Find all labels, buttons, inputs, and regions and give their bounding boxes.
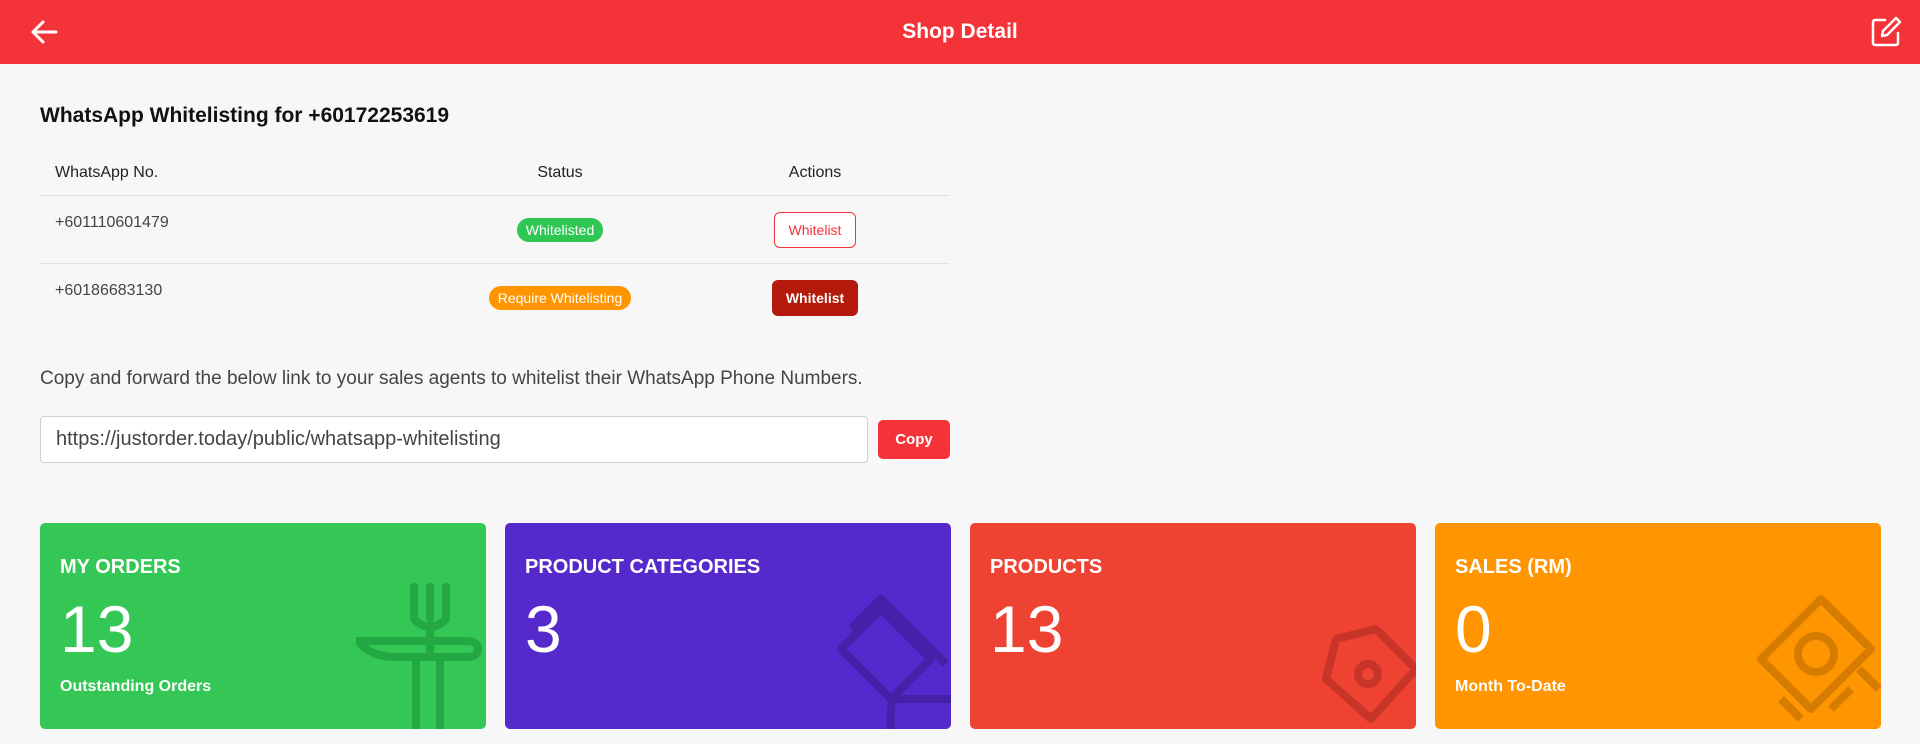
table-row: +601110601479 Whitelisted Whitelist xyxy=(40,196,950,264)
card-my-orders[interactable]: MY ORDERS 13 Outstanding Orders xyxy=(40,523,486,729)
layers-icon xyxy=(837,595,951,729)
edit-button[interactable] xyxy=(1866,12,1906,52)
card-subtitle: Outstanding Orders xyxy=(60,678,212,695)
card-label: MY ORDERS xyxy=(60,556,181,578)
card-label: SALES (RM) xyxy=(1455,556,1572,578)
status-badge: Require Whitelisting xyxy=(488,286,632,310)
column-header-status: Status xyxy=(537,163,583,181)
back-button[interactable] xyxy=(24,12,64,52)
arrow-left-icon xyxy=(31,20,58,44)
whatsapp-number: +60186683130 xyxy=(55,282,163,299)
whitelist-table: WhatsApp No. Status Actions +60111060147… xyxy=(40,150,950,332)
edit-icon xyxy=(1871,16,1902,47)
whitelist-link-input[interactable] xyxy=(40,416,868,463)
card-value: 0 xyxy=(1455,592,1492,666)
top-bar: Shop Detail xyxy=(0,0,1920,64)
utensils-icon xyxy=(356,583,482,729)
card-sales[interactable]: SALES (RM) 0 Month To-Date xyxy=(1435,523,1881,729)
column-header-number: WhatsApp No. xyxy=(55,163,159,181)
card-label: PRODUCT CATEGORIES xyxy=(525,556,761,578)
tag-icon xyxy=(1322,625,1416,723)
whitelist-button[interactable]: Whitelist xyxy=(771,280,859,316)
copy-button[interactable]: Copy xyxy=(878,420,950,459)
card-value: 13 xyxy=(60,592,134,666)
whatsapp-number: +601110601479 xyxy=(55,214,169,231)
column-header-actions: Actions xyxy=(788,163,842,181)
table-header: WhatsApp No. Status Actions xyxy=(40,150,950,196)
page-title: Shop Detail xyxy=(902,20,1018,43)
whitelist-heading: WhatsApp Whitelisting for +60172253619 xyxy=(40,104,450,127)
card-label: PRODUCTS xyxy=(990,556,1103,578)
card-subtitle: Month To-Date xyxy=(1455,678,1566,695)
card-product-categories[interactable]: PRODUCT CATEGORIES 3 xyxy=(505,523,951,729)
table-row: +60186683130 Require Whitelisting Whitel… xyxy=(40,264,950,332)
card-products[interactable]: PRODUCTS 13 xyxy=(970,523,1416,729)
money-icon xyxy=(1757,595,1881,722)
status-badge: Whitelisted xyxy=(516,217,604,242)
card-value: 13 xyxy=(990,592,1064,666)
whitelist-button[interactable]: Whitelist xyxy=(773,211,857,248)
card-value: 3 xyxy=(525,592,562,666)
share-instruction: Copy and forward the below link to your … xyxy=(40,368,863,389)
